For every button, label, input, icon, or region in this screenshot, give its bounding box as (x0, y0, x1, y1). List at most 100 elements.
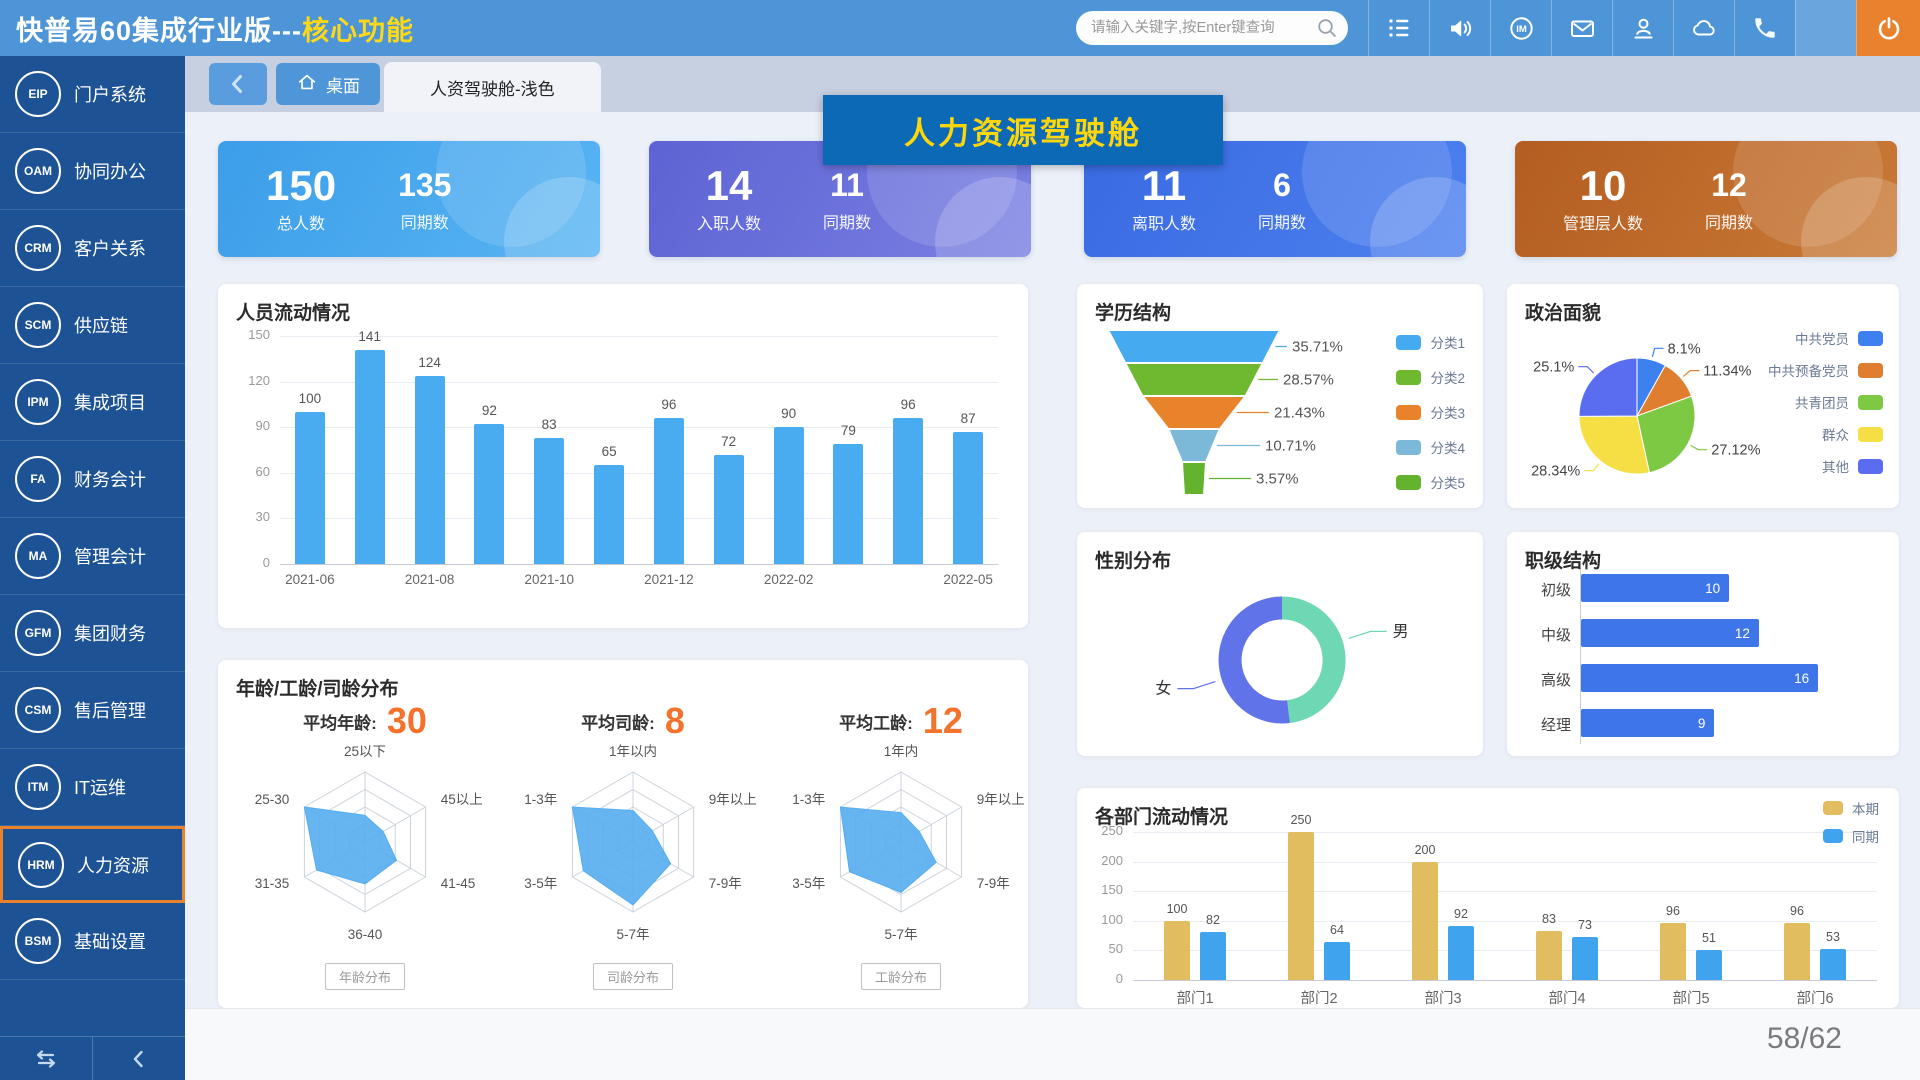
svg-text:5-7年: 5-7年 (616, 927, 649, 942)
module-badge: IPM (15, 379, 61, 425)
sidebar-item-bsm[interactable]: BSM基础设置 (0, 903, 185, 980)
svg-text:7-9年: 7-9年 (977, 876, 1010, 891)
back-button[interactable] (209, 63, 267, 105)
sidebar-item-label: IT运维 (74, 774, 126, 800)
flow-bar (355, 350, 385, 564)
tab-desktop[interactable]: 桌面 (276, 63, 380, 105)
sidebar: EIP门户系统 OAM 协同办公 CRM客户关系 SCM 供应链 IPM集成项目FA财务会计… (0, 56, 185, 1080)
legend-item[interactable]: 分类4 (1396, 437, 1465, 457)
im-icon[interactable]: IM (1490, 0, 1551, 56)
menu-list-icon[interactable] (1368, 0, 1429, 56)
svg-text:3.57%: 3.57% (1256, 471, 1299, 488)
dept-bar (1784, 923, 1810, 980)
card-education: 学历结构 35.71%28.57%21.43%10.71%3.57%分类1分类2… (1077, 284, 1483, 508)
rank-label: 经理 (1519, 714, 1571, 735)
dept-bar (1696, 950, 1722, 980)
sidebar-item-label: 协同办公 (74, 158, 146, 184)
module-badge: SCM (15, 302, 61, 348)
legend-item[interactable]: 分类1 (1396, 332, 1465, 352)
svg-text:女: 女 (1155, 679, 1171, 698)
sidebar-item-csm[interactable]: CSM售后管理 (0, 672, 185, 749)
radar-average: 平均工龄:12 (776, 700, 1026, 742)
radar-series-toggle[interactable]: 年龄分布 (325, 963, 405, 990)
sidebar-item-label: 供应链 (74, 312, 128, 338)
flow-bar (893, 418, 923, 564)
sidebar-item-ma[interactable]: MA管理会计 (0, 518, 185, 595)
kpi-secondary: 6同期数 (1258, 165, 1306, 233)
cloud-icon[interactable] (1673, 0, 1734, 56)
sidebar-item-ipm[interactable]: IPM集成项目 (0, 364, 185, 441)
sidebar-item-label: 集团财务 (74, 620, 146, 646)
sidebar-item-oam[interactable]: OAM 协同办公 (0, 133, 185, 210)
topbar-right: IM (1076, 0, 1920, 56)
legend-item[interactable]: 群众 (1822, 424, 1883, 444)
svg-text:41-45: 41-45 (441, 876, 476, 891)
svg-text:28.34%: 28.34% (1531, 464, 1580, 480)
topbar-icons: IM (1368, 0, 1920, 56)
svg-text:25-30: 25-30 (255, 792, 290, 807)
svg-text:27.12%: 27.12% (1711, 443, 1760, 459)
dashboard-content: 150总人数135同期数14入职人数11同期数11离职人数6同期数10管理层人数… (185, 112, 1920, 1080)
dept-bar (1660, 923, 1686, 980)
dept-legend: 本期同期 (1823, 798, 1879, 846)
sidebar-item-itm[interactable]: ITM IT运维 (0, 749, 185, 826)
flow-bar (654, 418, 684, 564)
module-badge: ITM (15, 764, 61, 810)
legend-item[interactable]: 本期 (1823, 798, 1879, 818)
power-icon[interactable] (1856, 0, 1920, 56)
empty-slot (1795, 0, 1856, 56)
sidebar-item-hrm[interactable]: HRM人力资源 (0, 826, 185, 903)
user-icon[interactable] (1612, 0, 1673, 56)
dept-bar (1448, 926, 1474, 981)
sidebar-item-label: 门户系统 (74, 81, 146, 107)
svg-text:1年内: 1年内 (884, 744, 919, 759)
sidebar-item-label: 管理会计 (74, 543, 146, 569)
kpi-secondary: 11同期数 (823, 165, 871, 233)
sidebar-item-scm[interactable]: SCM 供应链 (0, 287, 185, 364)
legend-item[interactable]: 分类2 (1396, 367, 1465, 387)
mail-icon[interactable] (1551, 0, 1612, 56)
phone-icon[interactable] (1734, 0, 1795, 56)
module-badge: OAM (15, 148, 61, 194)
card-title: 各部门流动情况 (1095, 802, 1228, 829)
legend-item[interactable]: 其他 (1822, 456, 1883, 476)
sidebar-item-eip[interactable]: EIP门户系统 (0, 56, 185, 133)
rank-bar: 12 (1581, 619, 1759, 647)
sidebar-item-gfm[interactable]: GFM集团财务 (0, 595, 185, 672)
legend-item[interactable]: 共青团员 (1795, 392, 1883, 412)
radar-series-toggle[interactable]: 工龄分布 (861, 963, 941, 990)
dept-bar (1412, 862, 1438, 980)
app-window: 快普易60集成行业版---核心功能 IM EIP门户系统 OAM 协同办公 CRM客户… (0, 0, 1920, 1080)
svg-text:1-3年: 1-3年 (524, 792, 557, 807)
svg-text:9年以上: 9年以上 (709, 792, 757, 807)
svg-text:7-9年: 7-9年 (709, 876, 742, 891)
tab-hr-dashboard[interactable]: 人资驾驶舱-浅色 (384, 62, 601, 112)
topbar: 快普易60集成行业版---核心功能 IM (0, 0, 1920, 56)
legend-item[interactable]: 分类3 (1396, 402, 1465, 422)
svg-text:3-5年: 3-5年 (792, 876, 825, 891)
radar-series-toggle[interactable]: 司龄分布 (593, 963, 673, 990)
module-badge: HRM (18, 842, 64, 888)
dept-bar (1820, 949, 1846, 980)
card-age-tenure: 年龄/工龄/司龄分布 平均年龄:3025以下45以上41-4536-4031-3… (218, 660, 1028, 1008)
radar-chart-3: 平均工龄:121年内9年以上7-9年5-7年3-5年1-3年工龄分布 (776, 700, 1026, 990)
legend-item[interactable]: 同期 (1823, 826, 1879, 846)
card-political: 政治面貌 8.1%11.34%27.12%28.34%25.1%中共党员中共预备… (1507, 284, 1899, 508)
home-icon (296, 71, 318, 98)
search-input[interactable] (1076, 11, 1348, 45)
kpi-secondary: 12同期数 (1705, 165, 1753, 233)
flow-bar (833, 444, 863, 564)
swap-module-icon[interactable] (0, 1037, 93, 1080)
legend-item[interactable]: 分类5 (1396, 472, 1465, 492)
collapse-sidebar-icon[interactable] (93, 1037, 185, 1080)
search-icon[interactable] (1315, 16, 1339, 45)
rank-label: 初级 (1519, 579, 1571, 600)
legend-item[interactable]: 中共党员 (1795, 328, 1883, 348)
legend-item[interactable]: 中共预备党员 (1768, 360, 1883, 380)
speaker-icon[interactable] (1429, 0, 1490, 56)
svg-text:36-40: 36-40 (348, 927, 383, 942)
sidebar-item-crm[interactable]: CRM客户关系 (0, 210, 185, 287)
kpi-primary: 11离职人数 (1132, 164, 1196, 234)
sidebar-item-fa[interactable]: FA财务会计 (0, 441, 185, 518)
svg-text:IM: IM (1516, 24, 1527, 35)
